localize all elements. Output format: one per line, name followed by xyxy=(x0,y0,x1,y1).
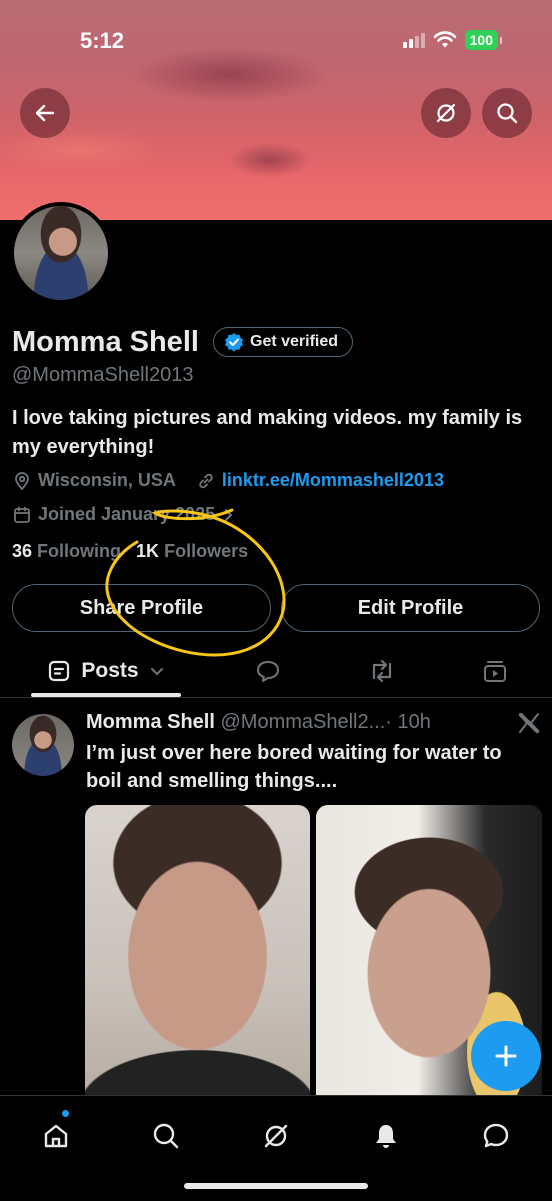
post-header: Momma Shell @MommaShell2...· 10h xyxy=(86,711,431,734)
followers-label: Followers xyxy=(164,541,249,561)
profile-avatar[interactable] xyxy=(10,202,112,304)
following-label: Following xyxy=(37,541,122,561)
home-notification-dot xyxy=(62,1110,69,1117)
compose-button[interactable] xyxy=(471,1021,541,1091)
battery-tip xyxy=(500,36,502,44)
tab-posts-underline xyxy=(31,693,181,697)
profile-joined: Joined January 2025 xyxy=(38,504,216,524)
post-photo-1[interactable] xyxy=(85,805,310,1095)
post-time: · 10h xyxy=(385,711,431,733)
plus-icon xyxy=(495,1045,517,1067)
followers-count: 1K xyxy=(136,541,160,561)
tab-posts-label: Posts xyxy=(81,659,139,682)
profile-bio: I love taking pictures and making videos… xyxy=(12,407,523,458)
nav-search[interactable] xyxy=(146,1116,186,1156)
status-time: 5:12 xyxy=(80,28,125,53)
battery-indicator: 100 xyxy=(464,30,498,50)
wifi-icon xyxy=(433,31,456,48)
home-indicator xyxy=(184,1183,368,1189)
home-icon xyxy=(44,1124,68,1148)
following-count: 36 xyxy=(12,541,33,561)
nav-notifications[interactable] xyxy=(366,1116,406,1156)
search-button[interactable] xyxy=(482,88,532,138)
repost-icon xyxy=(372,659,392,683)
messages-icon xyxy=(483,1123,509,1148)
grok-icon xyxy=(264,1124,288,1148)
profile-handle: @MommaShell2013 xyxy=(12,364,194,386)
get-verified-button[interactable]: Get verified xyxy=(213,327,354,357)
status-icons: 100 xyxy=(402,30,502,50)
share-profile-button[interactable]: Share Profile xyxy=(12,584,271,632)
profile-stats: 36 Following 1K Followers xyxy=(12,541,248,562)
verified-badge-icon xyxy=(225,333,243,352)
location-icon xyxy=(15,471,29,490)
nav-messages[interactable] xyxy=(476,1116,516,1156)
tab-posts[interactable]: Posts xyxy=(31,645,181,697)
following-link[interactable]: 36 Following xyxy=(12,541,121,561)
post-avatar[interactable] xyxy=(12,714,74,776)
tab-reposts[interactable] xyxy=(362,645,402,697)
profile-link[interactable]: linktr.ee/Mommashell2013 xyxy=(222,470,444,491)
grok-button[interactable] xyxy=(421,88,471,138)
calendar-icon xyxy=(14,506,30,523)
chevron-right-icon xyxy=(225,508,233,521)
back-arrow-icon xyxy=(35,104,55,122)
back-button[interactable] xyxy=(20,88,70,138)
profile-meta-row: Wisconsin, USA linktr.ee/Mommashell2013 xyxy=(12,470,444,491)
post-text: I’m just over here bored waiting for wat… xyxy=(86,742,502,792)
tab-replies[interactable] xyxy=(248,645,288,697)
tab-media[interactable] xyxy=(475,645,515,697)
link-icon xyxy=(199,473,213,488)
followers-link[interactable]: 1K Followers xyxy=(136,541,248,561)
profile-location: Wisconsin, USA xyxy=(38,470,176,490)
search-icon xyxy=(153,1123,179,1149)
search-icon xyxy=(497,103,518,124)
posts-icon xyxy=(49,660,70,682)
media-icon xyxy=(484,661,506,682)
post-author[interactable]: Momma Shell xyxy=(86,711,215,733)
profile-joined-row[interactable]: Joined January 2025 xyxy=(12,504,235,525)
x-logo-icon xyxy=(518,712,540,734)
grok-icon xyxy=(436,103,456,123)
profile-tabs: Posts xyxy=(0,645,552,698)
reply-icon xyxy=(257,661,279,682)
profile-name: Momma Shell xyxy=(12,326,199,358)
get-verified-label: Get verified xyxy=(250,333,339,350)
nav-grok[interactable] xyxy=(256,1116,296,1156)
signal-icon xyxy=(402,32,425,48)
edit-profile-button[interactable]: Edit Profile xyxy=(281,584,540,632)
nav-home[interactable] xyxy=(36,1116,76,1156)
bell-icon xyxy=(376,1125,396,1148)
chevron-down-icon[interactable] xyxy=(149,663,165,679)
post-handle[interactable]: @MommaShell2... xyxy=(220,711,385,733)
